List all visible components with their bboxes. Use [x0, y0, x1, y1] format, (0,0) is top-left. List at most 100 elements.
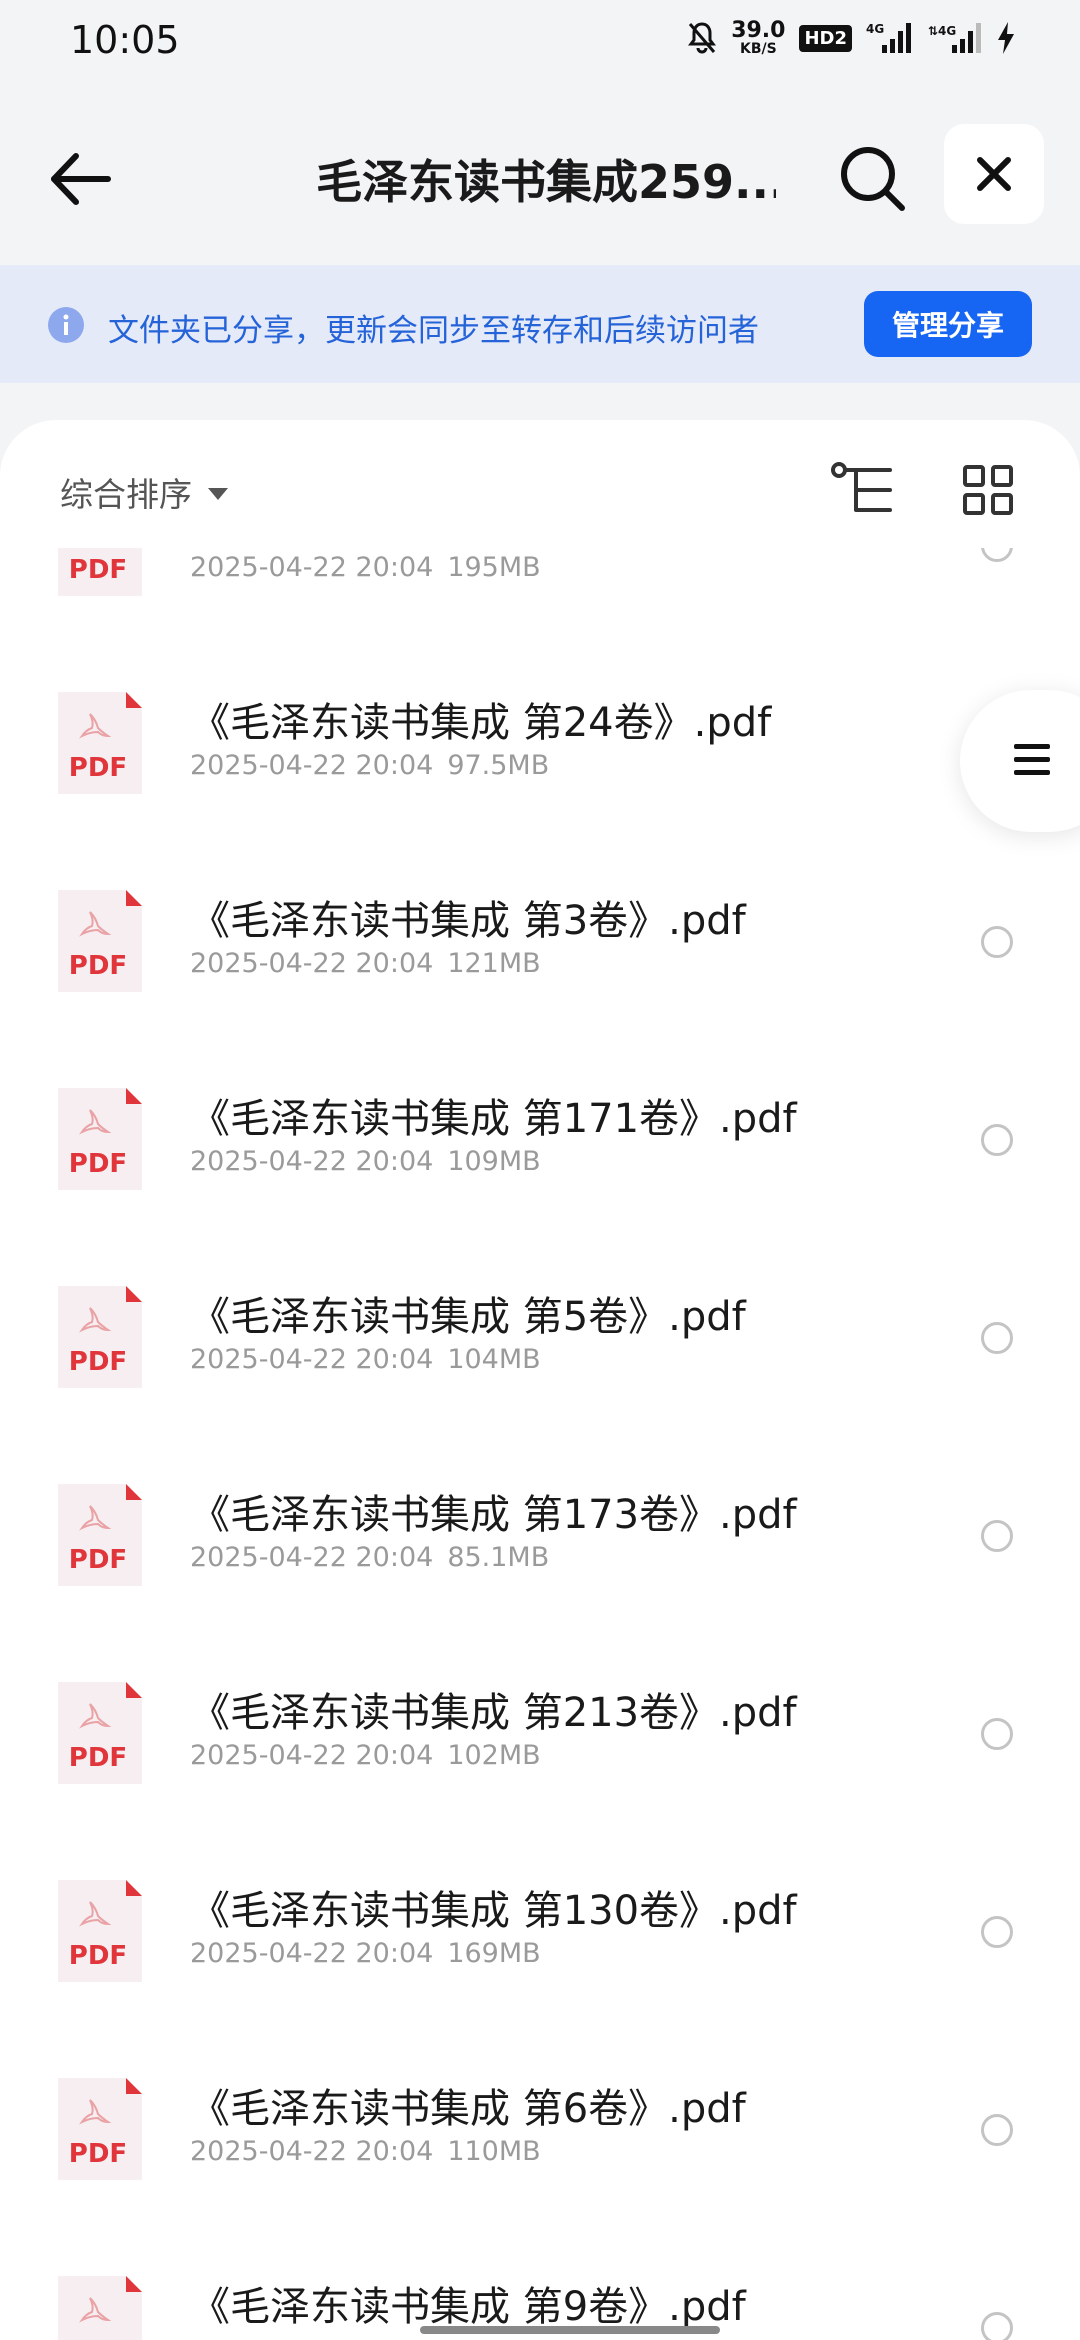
pdf-file-icon-wrap: PDF	[52, 2274, 144, 2340]
file-row[interactable]: PDF 《毛泽东读书集成 第5卷》.pdf 2025-04-22 20:04 10…	[0, 1230, 1080, 1428]
file-meta: 2025-04-22 20:04 104MB	[190, 1344, 541, 1375]
pdf-file-icon-wrap: PDF	[52, 888, 144, 996]
file-meta: 2025-04-22 20:04 97.5MB	[190, 750, 549, 781]
pdf-file-icon-wrap: PDF	[52, 1482, 144, 1590]
select-radio[interactable]	[981, 2114, 1013, 2146]
file-list-panel: 综合排序 PDF 《毛泽东读书集成 第220卷》.pdf	[0, 420, 1080, 2340]
pdf-file-icon: PDF	[58, 548, 142, 596]
svg-text:⇅4G: ⇅4G	[928, 24, 956, 38]
pdf-file-icon: PDF	[58, 1484, 142, 1586]
file-name: 《毛泽东读书集成 第24卷》.pdf	[190, 700, 772, 746]
file-name: 《毛泽东读书集成 第173卷》.pdf	[190, 1492, 797, 1538]
net-speed: 39.0 KB/S	[731, 18, 786, 57]
file-date: 2025-04-22 20:04	[190, 750, 434, 781]
file-meta: 2025-04-22 20:04 102MB	[190, 1740, 541, 1771]
file-name: 《毛泽东读书集成 第213卷》.pdf	[190, 1690, 797, 1736]
net-speed-unit: KB/S	[739, 41, 777, 57]
file-date: 2025-04-22 20:04	[190, 948, 434, 979]
home-indicator[interactable]	[420, 2326, 720, 2334]
file-row[interactable]: PDF 《毛泽东读书集成 第6卷》.pdf 2025-04-22 20:04 11…	[0, 2022, 1080, 2220]
file-date: 2025-04-22 20:04	[190, 1344, 434, 1375]
file-size: 97.5MB	[447, 750, 550, 781]
file-row[interactable]: PDF 《毛泽东读书集成 第3卷》.pdf 2025-04-22 20:04 12…	[0, 834, 1080, 1032]
pdf-icon-label: PDF	[69, 753, 127, 783]
manage-share-button[interactable]: 管理分享	[864, 291, 1032, 357]
close-icon	[977, 157, 1011, 191]
file-meta: 2025-04-22 20:04 85.1MB	[190, 1542, 549, 1573]
pdf-file-icon: PDF	[58, 1880, 142, 1982]
search-button[interactable]	[834, 140, 910, 216]
file-name: 《毛泽东读书集成 第5卷》.pdf	[190, 1294, 746, 1340]
pdf-file-icon-wrap: PDF	[52, 2076, 144, 2184]
file-size: 110MB	[447, 2136, 541, 2167]
file-size: 121MB	[447, 948, 541, 979]
signal-4g-secondary-icon: ⇅4G	[928, 23, 981, 53]
file-date: 2025-04-22 20:04	[190, 1740, 434, 1771]
share-notice-banner: 文件夹已分享，更新会同步至转存和后续访问者 管理分享	[0, 265, 1080, 383]
file-row[interactable]: PDF 《毛泽东读书集成 第220卷》.pdf 2025-04-22 20:04…	[0, 548, 1080, 636]
file-meta: 2025-04-22 20:04 109MB	[190, 1146, 541, 1177]
pdf-icon-label: PDF	[69, 555, 127, 585]
select-radio[interactable]	[981, 1520, 1013, 1552]
info-icon	[48, 307, 84, 343]
sort-dropdown[interactable]: 综合排序	[60, 468, 228, 516]
file-size: 102MB	[447, 1740, 541, 1771]
pdf-file-icon: PDF	[58, 1286, 142, 1388]
pdf-file-icon: PDF	[58, 1088, 142, 1190]
pdf-icon-label: PDF	[69, 1149, 127, 1179]
pdf-file-icon: PDF	[58, 2078, 142, 2180]
file-meta: 2025-04-22 20:04 169MB	[190, 1938, 541, 1969]
pdf-file-icon-wrap: PDF	[52, 1680, 144, 1788]
select-radio[interactable]	[981, 548, 1013, 562]
pdf-file-icon-wrap: PDF	[52, 1878, 144, 1986]
file-meta	[190, 2334, 204, 2340]
pdf-icon-label: PDF	[69, 2139, 127, 2169]
charging-icon	[998, 22, 1014, 54]
file-size: 195MB	[447, 552, 541, 583]
status-icons: 39.0 KB/S HD2 4G ⇅4G	[687, 20, 1016, 56]
tree-view-button[interactable]	[830, 460, 896, 520]
file-row[interactable]: PDF 《毛泽东读书集成 第173卷》.pdf 2025-04-22 20:04…	[0, 1428, 1080, 1626]
select-radio[interactable]	[981, 1322, 1013, 1354]
net-speed-value: 39.0	[731, 18, 786, 43]
back-button[interactable]	[46, 144, 116, 214]
status-time: 10:05	[70, 18, 180, 62]
file-name: 《毛泽东读书集成 第130卷》.pdf	[190, 1888, 797, 1934]
grid-view-icon	[963, 465, 1013, 515]
file-date: 2025-04-22 20:04	[190, 552, 434, 583]
pdf-icon-label: PDF	[69, 1347, 127, 1377]
file-row[interactable]: PDF 《毛泽东读书集成 第213卷》.pdf 2025-04-22 20:04…	[0, 1626, 1080, 1824]
file-date: 2025-04-22 20:04	[190, 2136, 434, 2167]
pdf-file-icon: PDF	[58, 890, 142, 992]
file-row[interactable]: PDF 《毛泽东读书集成 第24卷》.pdf 2025-04-22 20:04 9…	[0, 636, 1080, 834]
search-icon	[841, 147, 905, 211]
select-radio[interactable]	[981, 1124, 1013, 1156]
close-button[interactable]	[944, 124, 1044, 224]
pdf-icon-label: PDF	[69, 1941, 127, 1971]
pdf-file-icon-wrap: PDF	[52, 1086, 144, 1194]
file-row[interactable]: PDF 《毛泽东读书集成 第171卷》.pdf 2025-04-22 20:04…	[0, 1032, 1080, 1230]
tree-view-icon	[831, 462, 892, 512]
select-radio[interactable]	[981, 2312, 1013, 2340]
file-meta: 2025-04-22 20:04 110MB	[190, 2136, 541, 2167]
pdf-file-icon-wrap: PDF	[52, 548, 144, 600]
pdf-file-icon-wrap: PDF	[52, 690, 144, 798]
file-list: PDF 《毛泽东读书集成 第220卷》.pdf 2025-04-22 20:04…	[0, 548, 1080, 2340]
status-bar: 10:05 39.0 KB/S HD2 4G ⇅4G	[0, 0, 1080, 84]
file-size: 109MB	[447, 1146, 541, 1177]
svg-text:4G: 4G	[866, 22, 884, 36]
select-radio[interactable]	[981, 1916, 1013, 1948]
file-meta: 2025-04-22 20:04 195MB	[190, 552, 541, 583]
hd-badge: HD2	[799, 24, 852, 52]
pdf-file-icon: PDF	[58, 692, 142, 794]
pdf-file-icon: PDF	[58, 2276, 142, 2340]
file-row[interactable]: PDF 《毛泽东读书集成 第130卷》.pdf 2025-04-22 20:04…	[0, 1824, 1080, 2022]
pdf-file-icon: PDF	[58, 1682, 142, 1784]
caret-down-icon	[208, 488, 228, 500]
file-size: 85.1MB	[447, 1542, 550, 1573]
select-radio[interactable]	[981, 926, 1013, 958]
file-name: 《毛泽东读书集成 第171卷》.pdf	[190, 1096, 797, 1142]
select-radio[interactable]	[981, 1718, 1013, 1750]
grid-view-button[interactable]	[962, 464, 1014, 516]
file-row[interactable]: PDF 《毛泽东读书集成 第9卷》.pdf	[0, 2220, 1080, 2340]
